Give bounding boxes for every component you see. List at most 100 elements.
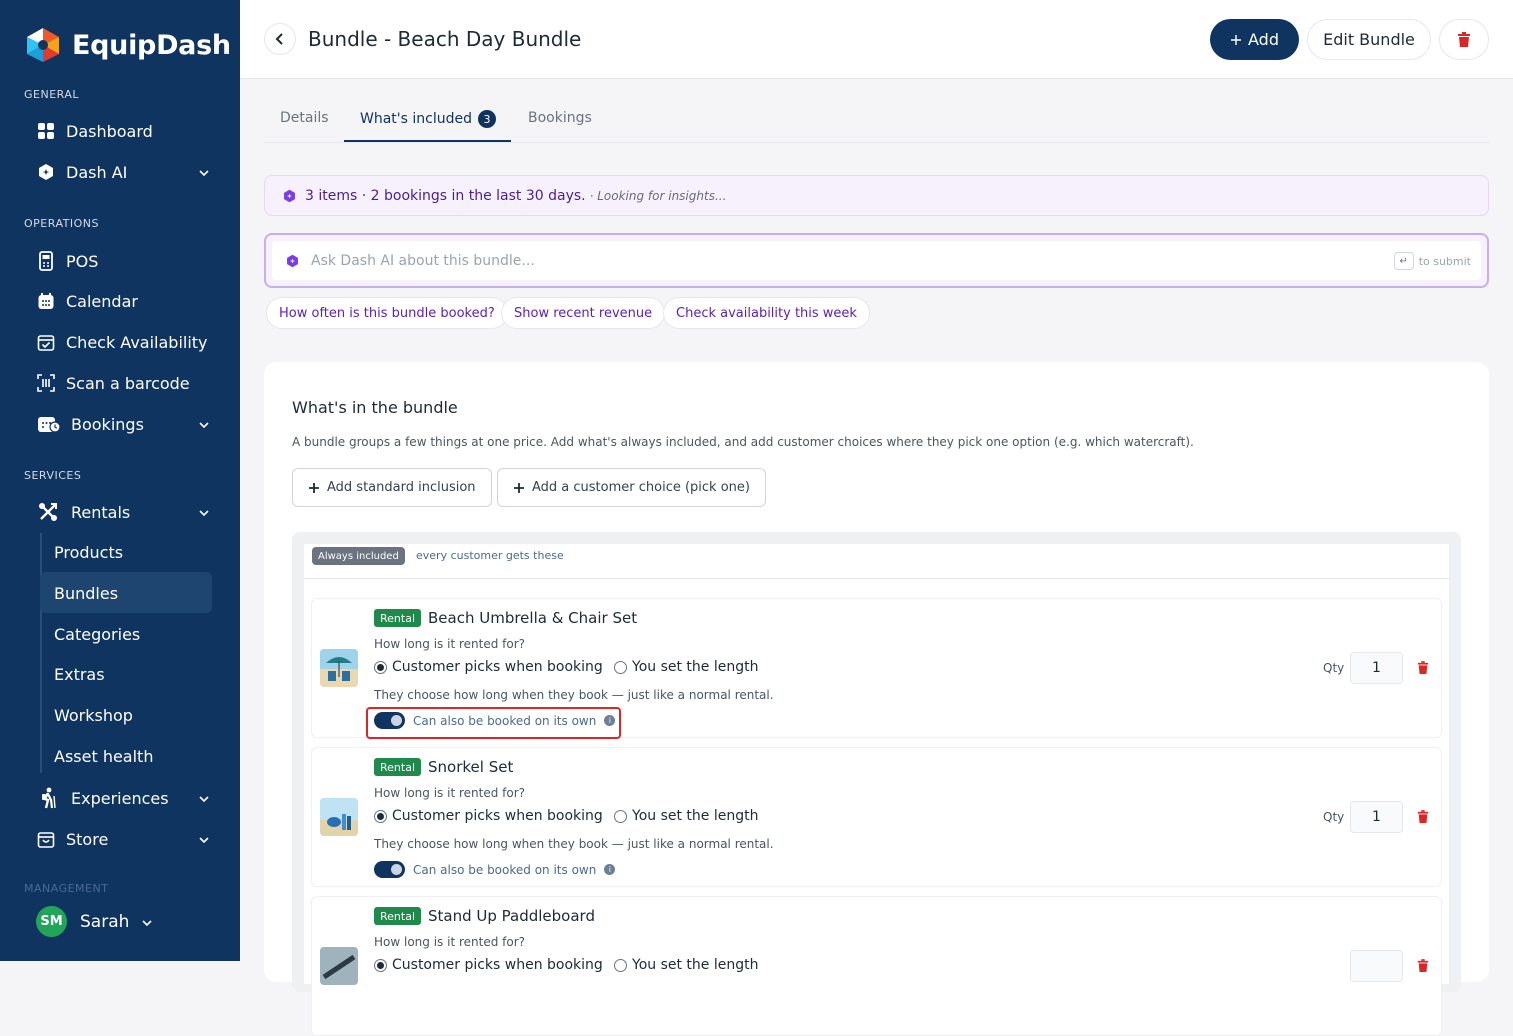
option-label: Customer picks when booking [392, 957, 603, 973]
section-general: GENERAL [24, 88, 80, 101]
sidebar-item-pos[interactable]: POS [36, 246, 216, 276]
radio-unselected-icon [614, 660, 627, 674]
sidebar-item-dashboard[interactable]: Dashboard [36, 116, 216, 146]
ask-placeholder: Ask Dash AI about this bundle... [311, 252, 535, 269]
bundle-item: Rental Stand Up Paddleboard How long is … [311, 896, 1442, 1036]
suggestion-chip[interactable]: How often is this bundle booked? [266, 297, 508, 329]
sidebar-item-label: Experiences [71, 788, 169, 808]
sidebar-item-label: Dash AI [66, 162, 128, 182]
barcode-scan-icon [36, 373, 56, 393]
chevron-down-icon [198, 416, 210, 435]
quantity-input[interactable]: 1 [1350, 801, 1403, 833]
sidebar-subitem-workshop[interactable]: Workshop [54, 706, 133, 725]
info-icon[interactable]: i [604, 864, 616, 875]
add-standard-inclusion-button[interactable]: Add standard inclusion [292, 468, 492, 507]
duration-question: How long is it rented for? [374, 637, 526, 651]
radio-you-set-length[interactable]: You set the length [614, 659, 758, 675]
rental-type-badge: Rental [374, 758, 421, 776]
option-label: Customer picks when booking [392, 808, 603, 824]
sidebar-subitem-extras[interactable]: Extras [54, 665, 105, 684]
sidebar-item-label: Scan a barcode [66, 373, 190, 393]
bundle-contents-card: What's in the bundle A bundle groups a f… [264, 362, 1489, 1036]
user-name: Sarah [80, 911, 130, 932]
group-description: every customer gets these [416, 549, 564, 562]
delete-bundle-button[interactable] [1439, 19, 1489, 60]
sidebar-item-scan-barcode[interactable]: Scan a barcode [36, 368, 216, 398]
radio-customer-picks[interactable]: Customer picks when booking [374, 808, 603, 824]
qty-label: Qty [1323, 810, 1345, 824]
radio-selected-icon [374, 660, 387, 674]
sidebar-item-label: Dashboard [66, 121, 153, 141]
quantity-input[interactable]: 1 [1350, 652, 1403, 684]
tab-bookings[interactable]: Bookings [528, 110, 592, 126]
duration-hint: They choose how long when they book — ju… [374, 688, 774, 702]
item-name: Stand Up Paddleboard [428, 907, 595, 925]
grid-icon [36, 121, 56, 141]
trash-icon [1417, 810, 1429, 823]
edit-bundle-button[interactable]: Edit Bundle [1307, 19, 1431, 60]
ask-dash-ai-input[interactable]: Ask Dash AI about this bundle... [272, 241, 1481, 280]
button-label: Add a customer choice (pick one) [532, 480, 750, 495]
option-label: Customer picks when booking [392, 659, 603, 675]
tab-whats-included[interactable]: What's included 3 [360, 110, 496, 128]
suggestion-chip[interactable]: Show recent revenue [501, 297, 666, 329]
sidebar: EquipDash GENERAL Dashboard Dash AI OPER… [0, 0, 240, 961]
sidebar-item-experiences[interactable]: Experiences [36, 783, 216, 813]
always-included-group: Always included every customer gets thes… [292, 532, 1461, 1036]
remove-item-button[interactable] [1417, 660, 1429, 679]
sidebar-item-rentals[interactable]: Rentals [36, 497, 216, 527]
brand-logo[interactable]: EquipDash [24, 26, 231, 64]
suggestion-chip[interactable]: Check availability this week [663, 297, 870, 329]
remove-item-button[interactable] [1417, 809, 1429, 828]
quantity-input[interactable] [1350, 950, 1403, 982]
sidebar-item-store[interactable]: Store [36, 824, 216, 854]
duration-question: How long is it rented for? [374, 786, 526, 800]
plus-icon [1231, 34, 1241, 45]
add-customer-choice-button[interactable]: Add a customer choice (pick one) [497, 468, 766, 507]
sidebar-subitem-bundles[interactable]: Bundles [54, 584, 118, 603]
sidebar-item-bookings[interactable]: Bookings [36, 409, 216, 439]
trash-icon [1417, 661, 1429, 674]
submit-hint: ↵ to submit [1393, 252, 1471, 270]
sidebar-subitem-products[interactable]: Products [54, 543, 123, 562]
sidebar-item-check-availability[interactable]: Check Availability [36, 327, 216, 357]
tab-bar: Details What's included 3 Bookings [264, 100, 1489, 143]
calendar-icon [36, 291, 56, 311]
pos-terminal-icon [36, 251, 56, 271]
sidebar-item-dash-ai[interactable]: Dash AI [36, 157, 216, 187]
sidebar-subitem-categories[interactable]: Categories [54, 625, 140, 644]
radio-selected-icon [374, 958, 387, 972]
chevron-down-icon [198, 504, 210, 523]
duration-hint: They choose how long when they book — ju… [374, 837, 774, 851]
sidebar-subitem-asset-health[interactable]: Asset health [54, 747, 153, 766]
radio-you-set-length[interactable]: You set the length [614, 957, 758, 973]
chevron-left-icon [275, 33, 283, 45]
always-included-badge: Always included [312, 547, 405, 565]
sidebar-item-label: Calendar [66, 291, 138, 311]
sidebar-item-calendar[interactable]: Calendar [36, 286, 216, 316]
brand-name: EquipDash [72, 29, 231, 61]
add-button-label: Add [1248, 30, 1279, 49]
radio-selected-icon [374, 809, 387, 823]
section-operations: OPERATIONS [24, 217, 99, 230]
rentals-icon [36, 502, 61, 522]
user-menu[interactable]: SM Sarah [36, 906, 153, 937]
radio-unselected-icon [614, 958, 627, 972]
dash-ai-icon [284, 189, 295, 202]
add-button[interactable]: Add [1210, 19, 1299, 60]
radio-customer-picks[interactable]: Customer picks when booking [374, 957, 603, 973]
item-name: Beach Umbrella & Chair Set [428, 609, 638, 627]
tab-details[interactable]: Details [280, 110, 329, 126]
plus-icon [309, 482, 319, 493]
ask-dash-ai-box: Ask Dash AI about this bundle... ↵ to su… [264, 233, 1489, 288]
duration-question: How long is it rented for? [374, 935, 526, 949]
product-thumbnail [320, 649, 358, 687]
radio-customer-picks[interactable]: Customer picks when booking [374, 659, 603, 675]
active-tab-indicator [344, 140, 511, 142]
radio-you-set-length[interactable]: You set the length [614, 808, 758, 824]
bookable-on-own-toggle[interactable] [374, 861, 405, 878]
back-button[interactable] [264, 23, 296, 55]
divider [304, 578, 1449, 579]
page-header: Bundle - Beach Day Bundle Add Edit Bundl… [240, 0, 1513, 79]
button-label: Add standard inclusion [327, 480, 476, 495]
